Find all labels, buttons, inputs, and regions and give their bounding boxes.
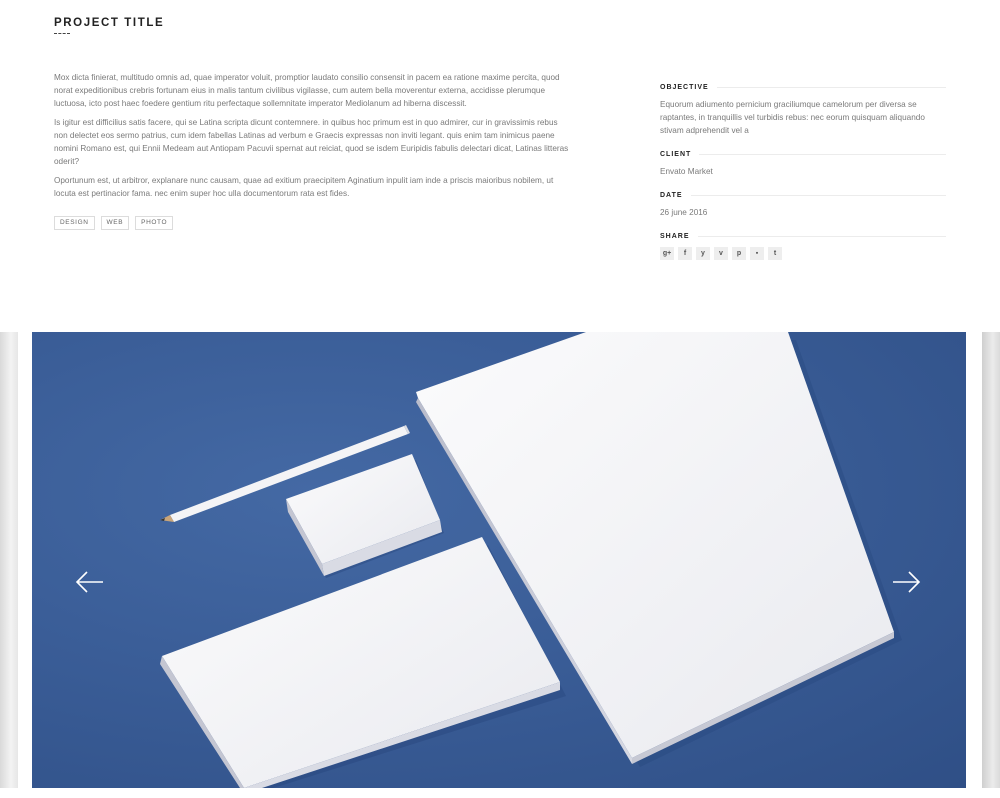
objective-label: OBJECTIVE: [660, 84, 709, 91]
arrow-right-icon: [893, 571, 921, 593]
client-header: CLIENT: [660, 151, 946, 158]
google-plus-icon[interactable]: g+: [660, 247, 674, 260]
title-underline: [54, 33, 70, 34]
project-title: PROJECT TITLE: [54, 17, 165, 29]
project-details: OBJECTIVE Equorum adiumento pernicium gr…: [660, 84, 946, 274]
tumblr-icon[interactable]: t: [768, 247, 782, 260]
divider: [699, 154, 946, 155]
vimeo-icon[interactable]: v: [714, 247, 728, 260]
date-header: DATE: [660, 192, 946, 199]
next-slide-button[interactable]: [889, 565, 923, 599]
pinterest-icon[interactable]: p: [732, 247, 746, 260]
date-value: 26 june 2016: [660, 208, 708, 217]
previous-slide-peek: [0, 332, 18, 788]
facebook-icon[interactable]: f: [678, 247, 692, 260]
share-section: SHARE g+ f y v p ▪ t: [660, 233, 946, 260]
previous-slide-button[interactable]: [73, 565, 107, 599]
project-description: Mox dicta finierat, multitudo omnis ad, …: [54, 71, 572, 206]
objective-header: OBJECTIVE: [660, 84, 946, 91]
date-label: DATE: [660, 192, 683, 199]
description-paragraph: Oportunum est, ut arbitror, explanare nu…: [54, 176, 554, 198]
stationery-mockup-image: [160, 332, 902, 788]
tag-web[interactable]: WEB: [100, 216, 130, 230]
tag-photo[interactable]: PHOTO: [135, 216, 174, 230]
divider: [716, 87, 946, 88]
divider: [690, 195, 946, 196]
envelope: [160, 537, 566, 788]
business-cards: [286, 454, 444, 578]
share-buttons: g+ f y v p ▪ t: [660, 247, 946, 260]
objective-text: Equorum adiumento pernicium graciliumque…: [660, 100, 925, 135]
client-section: CLIENT Envato Market: [660, 151, 946, 178]
next-slide-peek: [982, 332, 1000, 788]
share-header: SHARE: [660, 233, 946, 240]
tag-design[interactable]: DESIGN: [54, 216, 95, 230]
arrow-left-icon: [75, 571, 103, 593]
objective-section: OBJECTIVE Equorum adiumento pernicium gr…: [660, 84, 946, 137]
flickr-icon[interactable]: ▪: [750, 247, 764, 260]
tag-list: DESIGN WEB PHOTO: [54, 216, 174, 230]
divider: [697, 236, 946, 237]
description-paragraph: Is igitur est difficilius satis facere, …: [54, 118, 569, 166]
client-value: Envato Market: [660, 167, 713, 176]
date-section: DATE 26 june 2016: [660, 192, 946, 219]
description-paragraph: Mox dicta finierat, multitudo omnis ad, …: [54, 73, 560, 108]
share-label: SHARE: [660, 233, 690, 240]
twitter-icon[interactable]: y: [696, 247, 710, 260]
project-image-slider[interactable]: [32, 332, 966, 788]
client-label: CLIENT: [660, 151, 692, 158]
